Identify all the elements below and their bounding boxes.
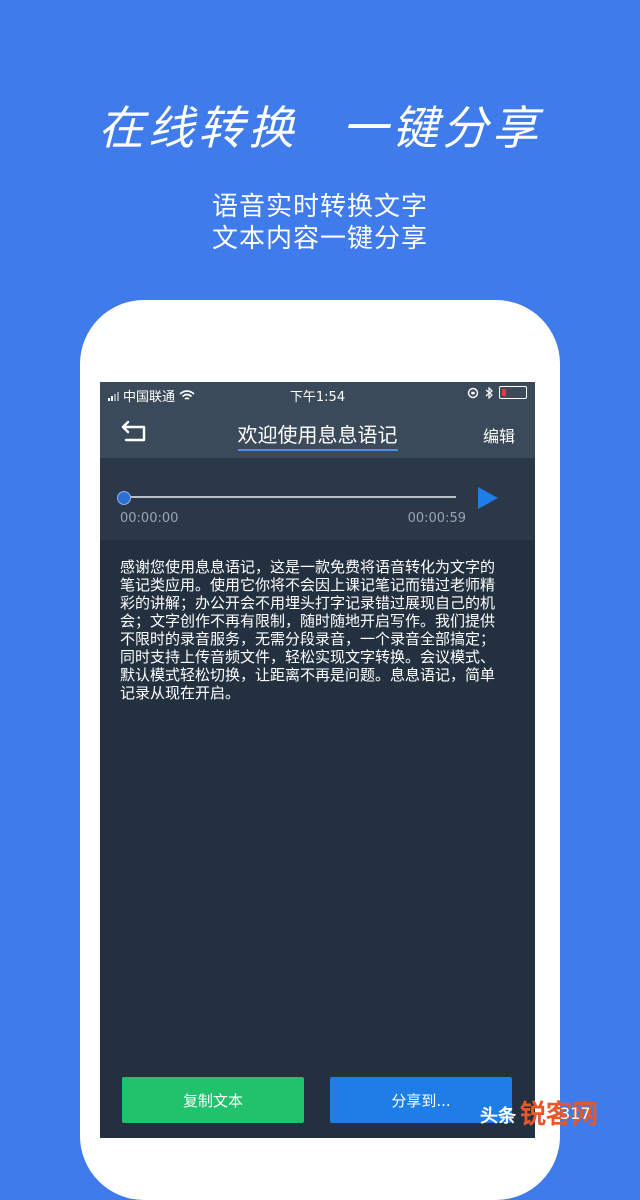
nav-bar: 欢迎使用息息语记 编辑	[100, 406, 535, 458]
note-text[interactable]: 感谢您使用息息语记，这是一款免费将语音转化为文字的笔记类应用。使用它你将不会因上…	[120, 558, 505, 702]
subtitle-line2: 文本内容一键分享	[211, 224, 428, 254]
play-icon[interactable]	[475, 485, 501, 511]
page-title-text: 欢迎使用息息语记	[237, 423, 398, 451]
total-time: 00:00:59	[407, 511, 466, 526]
watermark-left: 头条	[480, 1106, 516, 1127]
headline-part1: 在线转换	[98, 101, 298, 155]
rotation-lock-icon	[467, 387, 479, 398]
page-title: 欢迎使用息息语记	[100, 419, 535, 451]
copy-text-button[interactable]: 复制文本	[122, 1077, 304, 1123]
bluetooth-icon	[485, 386, 493, 399]
audio-player: 00:00:00 00:00:59	[100, 458, 535, 540]
status-bar: 中国联通 下午1:54	[100, 382, 535, 406]
headline: 在线转换 一键分享	[0, 92, 640, 158]
current-time: 00:00:00	[120, 511, 179, 526]
app-screen: 中国联通 下午1:54 欢迎使用息息语记 编辑 00:00:00 00:00:5…	[100, 382, 535, 1138]
battery-icon	[499, 386, 527, 399]
watermark-sub: 317	[560, 1104, 591, 1123]
edit-button[interactable]: 编辑	[483, 423, 515, 447]
progress-track[interactable]	[126, 496, 456, 498]
headline-part2: 一键分享	[342, 101, 542, 155]
progress-knob[interactable]	[117, 491, 131, 505]
